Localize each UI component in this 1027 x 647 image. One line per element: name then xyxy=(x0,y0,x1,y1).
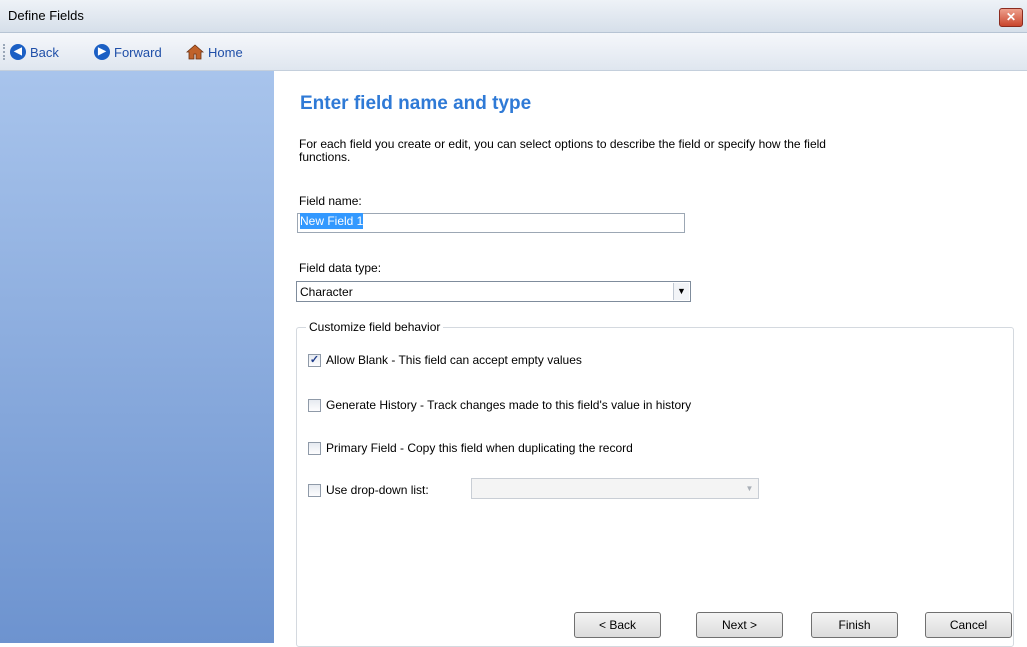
primary-field-option[interactable]: Primary Field - Copy this field when dup… xyxy=(308,440,633,456)
dropdown-list-select: ▼ xyxy=(471,478,759,499)
wizard-sidebar xyxy=(0,71,274,643)
generate-history-checkbox[interactable] xyxy=(308,398,321,412)
forward-arrow-icon: ▶ xyxy=(94,44,110,60)
field-name-label: Field name: xyxy=(299,194,362,208)
allow-blank-label: Allow Blank - This field can accept empt… xyxy=(326,353,582,367)
generate-history-option[interactable]: Generate History - Track changes made to… xyxy=(308,397,691,413)
home-nav-button[interactable]: Home xyxy=(186,43,243,61)
data-type-label: Field data type: xyxy=(299,261,382,275)
field-name-value: New Field 1 xyxy=(300,213,364,229)
title-bar: Define Fields ✕ xyxy=(0,0,1027,33)
wizard-content: Enter field name and type For each field… xyxy=(274,71,1027,647)
window-title: Define Fields xyxy=(8,8,84,23)
primary-field-checkbox[interactable] xyxy=(308,441,321,455)
chevron-down-icon: ▼ xyxy=(745,484,754,493)
cancel-button[interactable]: Cancel xyxy=(925,612,1012,638)
allow-blank-option[interactable]: ✓ Allow Blank - This field can accept em… xyxy=(308,352,582,368)
dropdown-list-option[interactable]: Use drop-down list: xyxy=(308,482,429,498)
finish-button[interactable]: Finish xyxy=(811,612,898,638)
close-button[interactable]: ✕ xyxy=(999,8,1023,27)
page-description: For each field you create or edit, you c… xyxy=(299,137,826,164)
back-nav-button[interactable]: ◀ Back xyxy=(10,43,59,61)
next-button[interactable]: Next > xyxy=(696,612,783,638)
field-behavior-legend: Customize field behavior xyxy=(306,320,444,334)
dropdown-list-checkbox[interactable] xyxy=(308,483,321,497)
dropdown-list-label: Use drop-down list: xyxy=(326,483,429,497)
forward-nav-label: Forward xyxy=(114,44,162,60)
back-arrow-icon: ◀ xyxy=(10,44,26,60)
field-name-input[interactable]: New Field 1 xyxy=(297,213,685,233)
forward-nav-button[interactable]: ▶ Forward xyxy=(94,43,162,61)
chevron-down-icon[interactable]: ▼ xyxy=(673,283,689,300)
data-type-value: Character xyxy=(300,285,353,299)
data-type-select[interactable]: Character ▼ xyxy=(296,281,691,302)
close-icon: ✕ xyxy=(1005,10,1017,24)
home-nav-label: Home xyxy=(208,44,243,60)
back-nav-label: Back xyxy=(30,44,59,60)
toolbar-grip[interactable] xyxy=(3,44,7,60)
generate-history-label: Generate History - Track changes made to… xyxy=(326,398,692,412)
page-title: Enter field name and type xyxy=(300,93,532,114)
primary-field-label: Primary Field - Copy this field when dup… xyxy=(326,441,633,455)
home-icon xyxy=(186,44,204,60)
allow-blank-checkbox[interactable]: ✓ xyxy=(308,353,321,367)
back-button[interactable]: < Back xyxy=(574,612,661,638)
nav-toolbar: ◀ Back ▶ Forward Home xyxy=(0,33,1027,71)
